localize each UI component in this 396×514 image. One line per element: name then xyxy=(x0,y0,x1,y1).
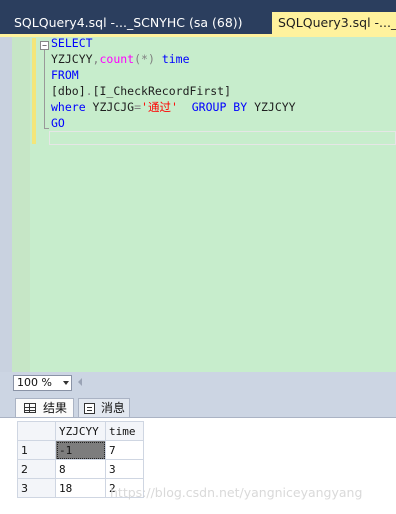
messages-icon xyxy=(84,403,95,414)
code-token: FROM xyxy=(51,68,79,82)
code-token: count xyxy=(99,52,135,66)
row-number[interactable]: 1 xyxy=(17,440,56,460)
watermark: https://blog.csdn.net/yangniceyangyang xyxy=(110,485,363,500)
change-tracking-bar xyxy=(32,38,36,144)
code-line[interactable]: FROM xyxy=(51,67,296,83)
code-token: GO xyxy=(51,116,65,130)
code-token: time xyxy=(154,52,190,66)
code-token: [I_CheckRecordFirst] xyxy=(92,84,232,98)
document-tab-bar: SQLQuery4.sql -..._SCNYHC (sa (68)) SQLQ… xyxy=(0,10,396,34)
table-cell[interactable]: 8 xyxy=(55,459,106,479)
table-cell[interactable]: 18 xyxy=(55,478,106,498)
code-token: '通过' xyxy=(141,100,178,114)
code-line[interactable]: where YZJCJG='通过' GROUP BY YZJCYY xyxy=(51,99,296,115)
table-cell[interactable]: 3 xyxy=(105,459,144,479)
code-line[interactable]: [dbo].[I_CheckRecordFirst] xyxy=(51,83,296,99)
tab-results[interactable]: 结果 xyxy=(15,398,74,417)
current-line-highlight xyxy=(49,131,396,145)
collapse-icon[interactable]: − xyxy=(40,41,49,50)
scroll-left-icon[interactable] xyxy=(78,378,82,386)
header-row: YZJCYY time xyxy=(17,421,144,441)
editor-gutter xyxy=(0,37,12,372)
row-number[interactable]: 3 xyxy=(17,478,56,498)
tab-messages[interactable]: 消息 xyxy=(78,398,130,417)
code-line[interactable]: SELECT xyxy=(51,35,296,51)
outline-line xyxy=(44,50,45,128)
code-token: . xyxy=(85,84,93,98)
table-cell[interactable]: 7 xyxy=(105,440,144,460)
code-token: = xyxy=(134,100,142,114)
code-line[interactable]: GO xyxy=(51,115,296,131)
code-token: (*) xyxy=(134,52,155,66)
code-token: GROUP BY xyxy=(191,100,248,114)
tab-results-label: 结果 xyxy=(43,401,68,415)
tab-sqlquery4[interactable]: SQLQuery4.sql -..._SCNYHC (sa (68)) xyxy=(8,12,270,34)
table-row: 2 8 3 xyxy=(17,459,144,479)
code-token: [dbo] xyxy=(51,84,86,98)
column-header[interactable]: time xyxy=(105,421,144,441)
outline-end xyxy=(44,128,49,129)
table-cell[interactable]: -1 xyxy=(55,440,106,460)
corner-cell[interactable] xyxy=(17,421,56,441)
code-token: YZJCJG xyxy=(85,100,135,114)
tab-messages-label: 消息 xyxy=(101,401,126,415)
zoom-value: 100 % xyxy=(17,376,52,389)
chevron-down-icon[interactable] xyxy=(63,381,69,385)
grid-icon xyxy=(24,403,36,413)
code-token: YZJCYY xyxy=(247,100,296,114)
row-number[interactable]: 2 xyxy=(17,459,56,479)
tab-sqlquery3[interactable]: SQLQuery3.sql -..._SCN xyxy=(272,12,396,34)
code-token: SELECT xyxy=(51,36,93,50)
editor-margin xyxy=(12,37,30,372)
table-row: 1 -1 7 xyxy=(17,440,144,460)
code-line[interactable]: YZJCYY,count(*) time xyxy=(51,51,296,67)
title-strip xyxy=(0,0,396,10)
code-token: YZJCYY xyxy=(51,52,93,66)
code-token: where xyxy=(51,100,86,114)
sql-code[interactable]: SELECT YZJCYY,count(*) time FROM [dbo].[I_C… xyxy=(51,35,296,131)
column-header[interactable]: YZJCYY xyxy=(55,421,106,441)
